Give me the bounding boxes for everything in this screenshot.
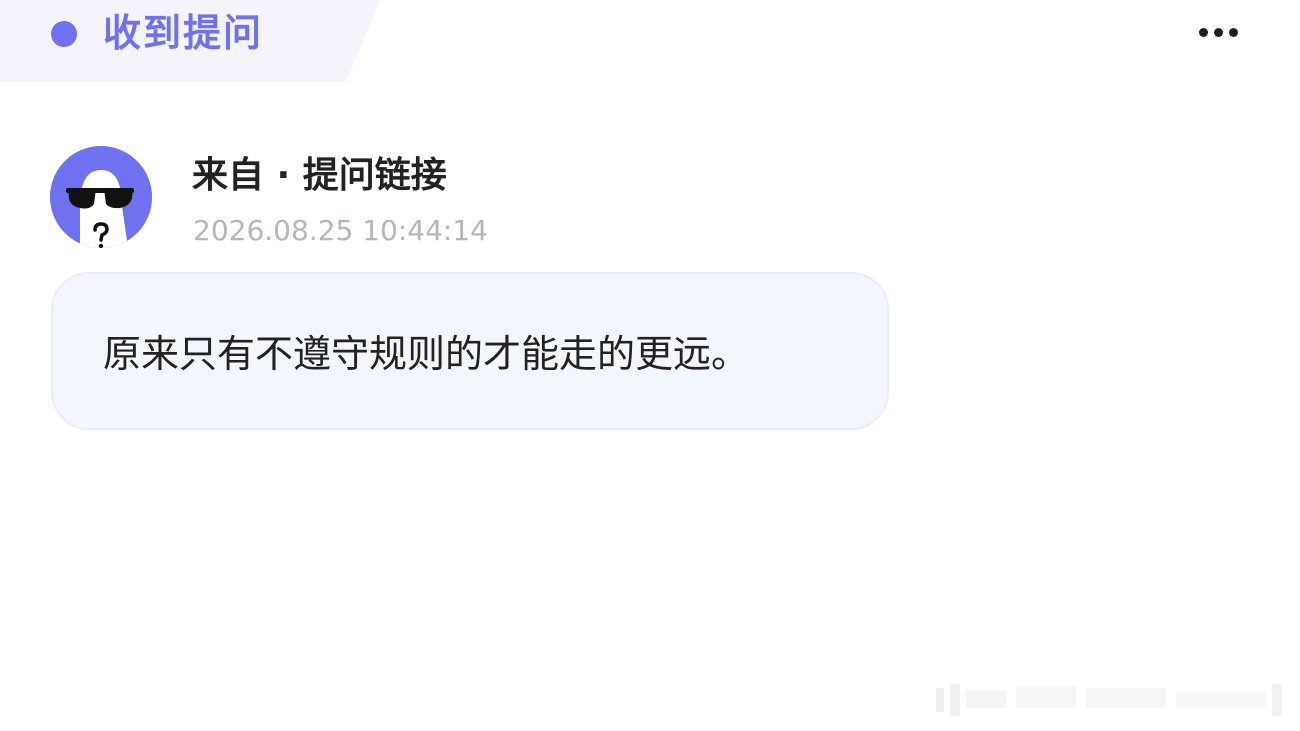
more-dot-icon <box>1213 27 1223 37</box>
more-options-button[interactable] <box>1192 14 1244 50</box>
timestamp: 2026.08.25 10:44:14 <box>193 214 488 247</box>
message-bubble: 原来只有不遵守规则的才能走的更远。 <box>51 272 889 430</box>
header-dot-icon <box>51 21 77 47</box>
question-card: 收到提问 来自 · 提问链接 2026.08.25 10:44:14 原来只有不… <box>0 0 1300 731</box>
more-dot-icon <box>1228 27 1238 37</box>
anonymous-avatar-icon <box>50 146 152 248</box>
page-title: 收到提问 <box>103 11 264 55</box>
avatar <box>50 146 152 248</box>
message-text: 原来只有不遵守规则的才能走的更远。 <box>103 332 750 376</box>
sender-label: 来自 · 提问链接 <box>192 155 447 196</box>
watermark-icon <box>936 684 1282 716</box>
more-dot-icon <box>1198 27 1208 37</box>
